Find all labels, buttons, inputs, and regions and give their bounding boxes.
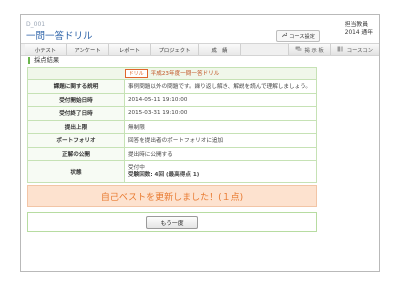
main-nav: 小テスト アンケート レポート プロジェクト 成 績 掲 示 板 コースコン: [21, 43, 379, 56]
row-value: 2015-03-31 19:10:00: [124, 106, 317, 121]
page-title: 一問一答ドリル: [26, 31, 93, 42]
tab-survey[interactable]: アンケート: [67, 44, 109, 55]
table-row: 正解の公開 提出時に公開する: [27, 146, 317, 161]
row-value: 事例問題以外の問題です。繰り返し解き、解説を読んで理解しましょう。: [124, 79, 317, 94]
status-open: 受付中: [128, 164, 145, 171]
row-label: 提出上限: [27, 119, 125, 134]
row-label: ポートフォリオ: [27, 133, 125, 148]
course-settings-label: コース設定: [289, 33, 315, 40]
course-settings-button[interactable]: コース設定: [276, 30, 320, 42]
table-row: 受付終了日時 2015-03-31 19:10:00: [27, 106, 317, 121]
course-content-label: コースコン: [346, 47, 373, 54]
book-icon: [337, 46, 344, 54]
table-row: ポートフォリオ 回答を提出者のポートフォリオに追加: [27, 133, 317, 148]
status-attempts: 受験回数: 4回 (最高得点 1): [128, 171, 200, 178]
table-row: 提出上限 無制限: [27, 119, 317, 134]
course-code: D_001: [26, 21, 46, 28]
row-value: 回答を提出者のポートフォリオに追加: [124, 133, 317, 148]
drill-tag: ドリル: [124, 69, 148, 78]
row-label: 正解の公開: [27, 146, 125, 161]
best-score-banner: 自己ベストを更新しました！(１点): [27, 185, 317, 207]
user-year: 2014 通年: [344, 30, 373, 36]
drill-header-row: ドリル 平成23年度一問一答ドリル: [27, 67, 317, 80]
bulletin-board-button[interactable]: 掲 示 板: [287, 44, 330, 55]
user-role: 担当教員: [344, 22, 368, 28]
row-label: 受付開始日時: [27, 92, 125, 107]
table-row: 受付開始日時 2014-05-11 19:10:00: [27, 92, 317, 107]
row-value: 提出時に公開する: [124, 146, 317, 161]
tab-quiz[interactable]: 小テスト: [25, 44, 67, 55]
tab-grades[interactable]: 成 績: [199, 44, 241, 55]
status-label: 状態: [27, 160, 125, 183]
row-label: 課題に関する説明: [27, 79, 125, 94]
again-container: もう一度: [27, 212, 317, 232]
course-content-button[interactable]: コースコン: [329, 44, 379, 55]
status-row: 状態 受付中 受験回数: 4回 (最高得点 1): [27, 160, 317, 183]
row-value: 2014-05-11 19:10:00: [124, 92, 317, 107]
user-info: 担当教員 2014 通年: [345, 21, 373, 37]
try-again-button[interactable]: もう一度: [146, 215, 198, 229]
drill-name: 平成23年度一問一答ドリル: [150, 71, 220, 77]
speech-bubble-icon: [295, 46, 302, 54]
table-row: 課題に関する説明 事例問題以外の問題です。繰り返し解き、解説を読んで理解しましょ…: [27, 79, 317, 94]
wrench-icon: [281, 32, 288, 40]
tab-report[interactable]: レポート: [109, 44, 151, 55]
row-value: 無制限: [124, 119, 317, 134]
bulletin-board-label: 掲 示 板: [304, 47, 324, 54]
tab-project[interactable]: プロジェクト: [151, 44, 199, 55]
row-label: 受付終了日時: [27, 106, 125, 121]
result-table: ドリル 平成23年度一問一答ドリル 課題に関する説明 事例問題以外の問題です。繰り…: [27, 67, 317, 183]
section-title: 採点結果: [28, 57, 59, 64]
